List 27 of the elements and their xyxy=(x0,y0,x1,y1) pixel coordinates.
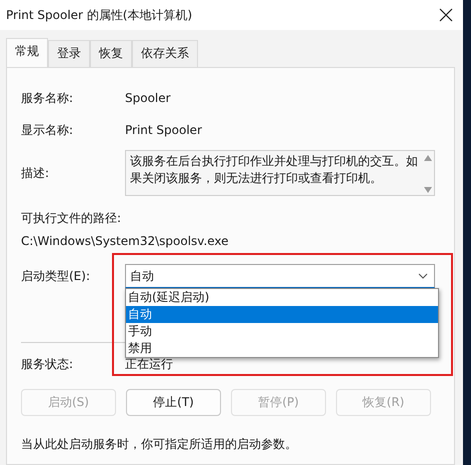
tab[interactable]: 登录 xyxy=(48,40,90,67)
tab[interactable]: 常规 xyxy=(6,38,48,67)
tab[interactable]: 依存关系 xyxy=(132,40,198,67)
field-value: 正在运行 xyxy=(125,356,173,372)
hint-text: 当从此处启动服务时，你可指定所适用的启动参数。 xyxy=(21,436,298,453)
tab[interactable]: 恢复 xyxy=(90,40,132,67)
description-box[interactable]: 该服务在后台执行打印作业并处理与打印机的交互。如果关闭该服务，则无法进行打印或查看打印机。 xyxy=(125,150,435,196)
window-title: Print Spooler 的属性(本地计算机) xyxy=(6,6,192,24)
field-value: C:\Windows\System32\spoolsv.exe xyxy=(21,234,230,248)
service-button[interactable]: 停止(T) xyxy=(126,389,221,416)
field-label: 启动类型(E): xyxy=(21,268,91,284)
dropdown-option[interactable]: 手动 xyxy=(126,323,438,340)
field-label: 可执行文件的路径: xyxy=(21,210,122,227)
close-icon[interactable] xyxy=(439,8,453,22)
startup-type-dropdown[interactable]: 自动 xyxy=(125,264,435,288)
scroll-up-icon[interactable] xyxy=(424,155,432,161)
dropdown-option[interactable]: 自动(延迟启动) xyxy=(126,289,438,306)
field-label: 服务状态: xyxy=(21,356,74,372)
field-value: Spooler xyxy=(125,91,171,105)
field-label: 描述: xyxy=(21,164,50,182)
scroll-down-icon[interactable] xyxy=(424,187,432,193)
chevron-down-icon xyxy=(418,273,428,279)
field-label: 服务名称: xyxy=(21,90,74,106)
field-value: Print Spooler xyxy=(125,123,202,137)
dropdown-option[interactable]: 禁用 xyxy=(126,340,438,357)
field-label: 显示名称: xyxy=(21,122,74,138)
dropdown-option[interactable]: 自动 xyxy=(126,306,438,323)
